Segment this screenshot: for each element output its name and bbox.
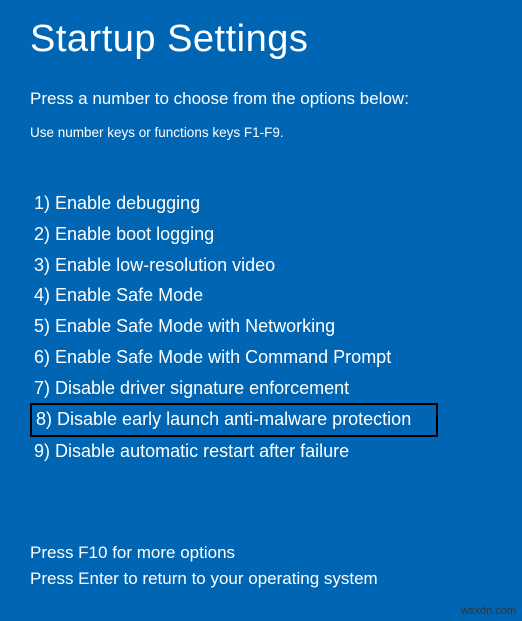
option-number: 7) bbox=[34, 378, 50, 398]
option-number: 3) bbox=[34, 255, 50, 275]
option-label: Disable automatic restart after failure bbox=[55, 441, 349, 461]
option-1-enable-debugging[interactable]: 1) Enable debugging bbox=[30, 188, 492, 219]
option-label: Enable low-resolution video bbox=[55, 255, 275, 275]
option-5-enable-safe-mode-networking[interactable]: 5) Enable Safe Mode with Networking bbox=[30, 311, 492, 342]
option-label: Enable Safe Mode bbox=[55, 285, 203, 305]
option-3-enable-low-resolution-video[interactable]: 3) Enable low-resolution video bbox=[30, 250, 492, 281]
option-label: Disable early launch anti-malware protec… bbox=[57, 409, 411, 429]
instruction-secondary: Use number keys or functions keys F1-F9. bbox=[30, 125, 492, 140]
option-number: 9) bbox=[34, 441, 50, 461]
option-number: 5) bbox=[34, 316, 50, 336]
instruction-primary: Press a number to choose from the option… bbox=[30, 89, 492, 109]
option-number: 6) bbox=[34, 347, 50, 367]
footer-enter-hint: Press Enter to return to your operating … bbox=[30, 566, 378, 592]
option-label: Enable debugging bbox=[55, 193, 200, 213]
option-label: Enable Safe Mode with Networking bbox=[55, 316, 335, 336]
footer-instructions: Press F10 for more options Press Enter t… bbox=[30, 540, 378, 591]
page-title: Startup Settings bbox=[30, 18, 492, 61]
watermark: wsxdn.com bbox=[461, 605, 516, 617]
option-number: 1) bbox=[34, 193, 50, 213]
option-8-disable-early-launch-anti-malware[interactable]: 8) Disable early launch anti-malware pro… bbox=[30, 403, 438, 438]
option-label: Disable driver signature enforcement bbox=[55, 378, 349, 398]
option-number: 4) bbox=[34, 285, 50, 305]
option-label: Enable boot logging bbox=[55, 224, 214, 244]
option-number: 2) bbox=[34, 224, 50, 244]
option-9-disable-automatic-restart[interactable]: 9) Disable automatic restart after failu… bbox=[30, 436, 492, 467]
option-2-enable-boot-logging[interactable]: 2) Enable boot logging bbox=[30, 219, 492, 250]
option-4-enable-safe-mode[interactable]: 4) Enable Safe Mode bbox=[30, 280, 492, 311]
options-list: 1) Enable debugging 2) Enable boot loggi… bbox=[30, 188, 492, 467]
option-6-enable-safe-mode-command-prompt[interactable]: 6) Enable Safe Mode with Command Prompt bbox=[30, 342, 492, 373]
option-label: Enable Safe Mode with Command Prompt bbox=[55, 347, 391, 367]
footer-f10-hint: Press F10 for more options bbox=[30, 540, 378, 566]
option-7-disable-driver-signature-enforcement[interactable]: 7) Disable driver signature enforcement bbox=[30, 373, 492, 404]
option-number: 8) bbox=[36, 409, 52, 429]
